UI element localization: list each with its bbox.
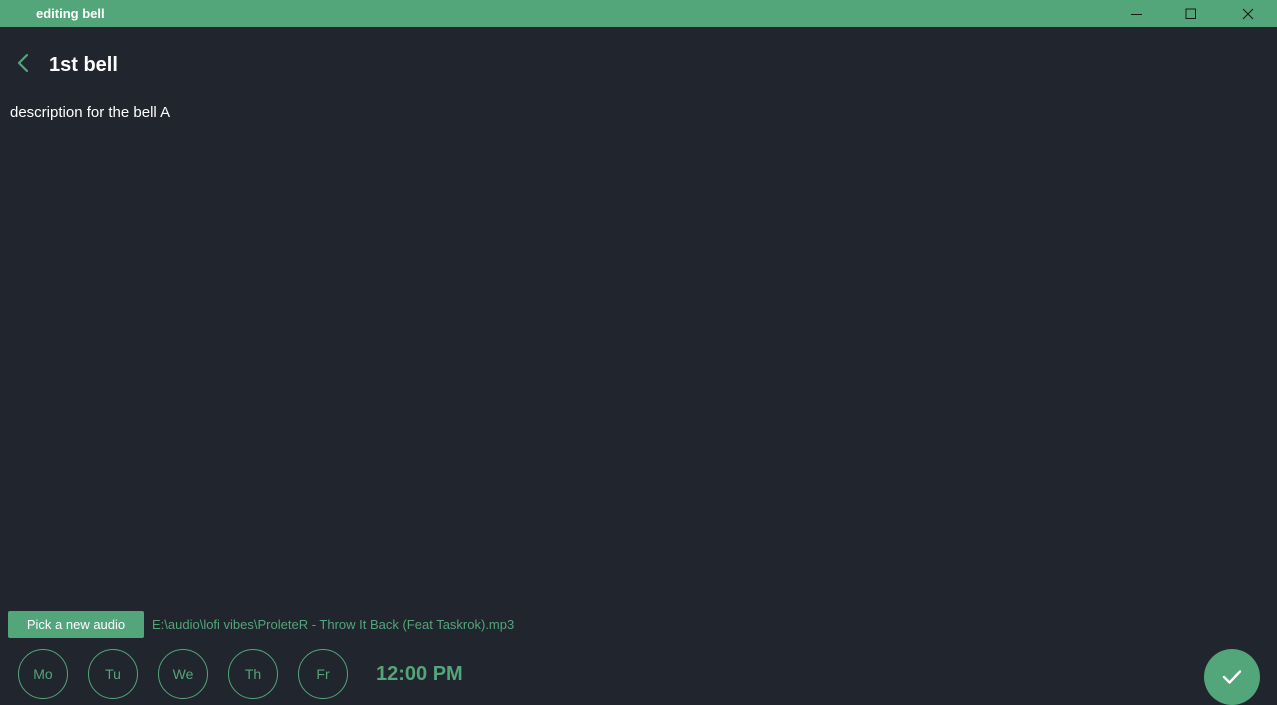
chevron-left-icon (17, 53, 29, 73)
maximize-icon (1185, 8, 1196, 19)
audio-file-path: E:\audio\lofi vibes\ProleteR - Throw It … (152, 617, 515, 632)
checkmark-icon (1222, 670, 1242, 684)
minimize-button[interactable] (1109, 0, 1165, 27)
minimize-icon (1131, 13, 1142, 15)
day-toggle-tu[interactable]: Tu (88, 649, 138, 699)
confirm-button[interactable] (1204, 649, 1260, 705)
day-toggle-mo[interactable]: Mo (18, 649, 68, 699)
bell-description: description for the bell A (10, 104, 171, 121)
maximize-button[interactable] (1163, 0, 1219, 27)
window-title: editing bell (36, 6, 105, 21)
pick-audio-button[interactable]: Pick a new audio (8, 611, 144, 638)
day-toggle-we[interactable]: We (158, 649, 208, 699)
title-bar: editing bell (0, 0, 1277, 27)
day-toggle-th[interactable]: Th (228, 649, 278, 699)
day-toggle-fr[interactable]: Fr (298, 649, 348, 699)
close-button[interactable] (1220, 0, 1276, 27)
page-title: 1st bell (49, 54, 118, 76)
time-picker[interactable]: 12:00 PM (376, 663, 463, 685)
back-button[interactable] (12, 52, 34, 74)
close-icon (1242, 8, 1254, 19)
page-header: 1st bell (0, 46, 600, 82)
